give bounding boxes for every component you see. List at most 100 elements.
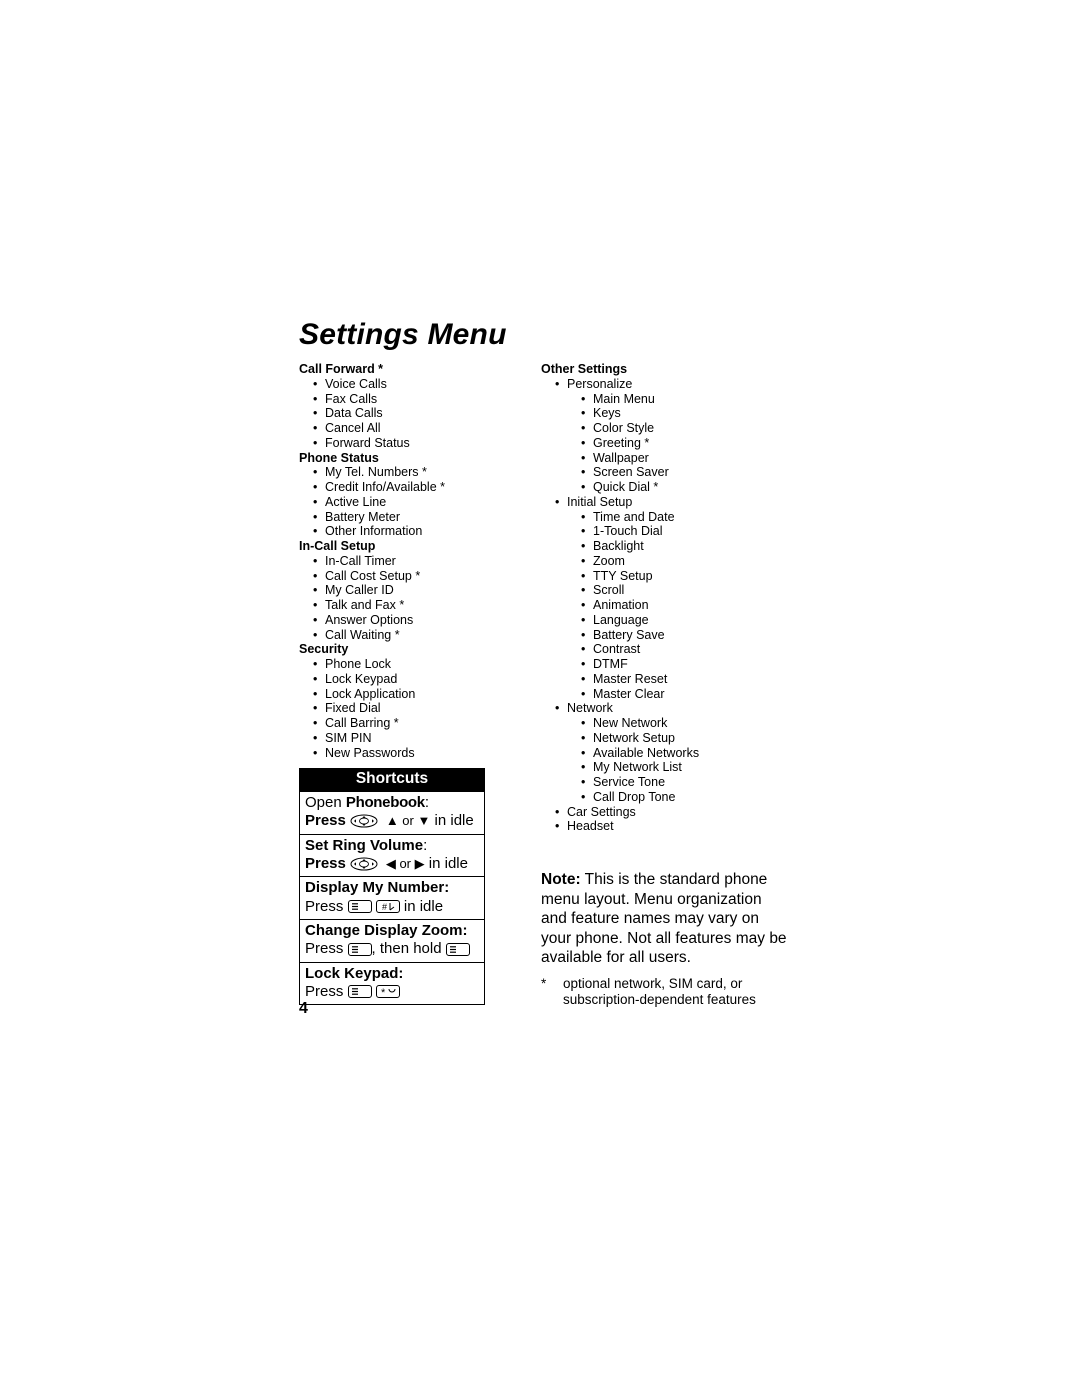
list-item: Cancel All xyxy=(299,421,541,436)
list-item: Active Line xyxy=(299,495,541,510)
list-item: New Network xyxy=(567,716,784,731)
list-item: Talk and Fax * xyxy=(299,598,541,613)
list-item: New Passwords xyxy=(299,746,541,761)
list-item: Voice Calls xyxy=(299,377,541,392)
list-item: NetworkNew NetworkNetwork SetupAvailable… xyxy=(541,701,784,804)
footnote-text: optional network, SIM card, or subscript… xyxy=(563,976,787,1010)
section-title: Call Forward * xyxy=(299,362,541,377)
menu-key-icon xyxy=(348,943,372,956)
shortcut-action: Press # in idle xyxy=(305,898,480,916)
shortcut-row: Display My Number:Press # in idle xyxy=(300,876,484,919)
list-item: Backlight xyxy=(567,539,784,554)
shortcuts-header: Shortcuts xyxy=(300,769,484,791)
list-item: Zoom xyxy=(567,554,784,569)
list-item: Other Information xyxy=(299,524,541,539)
menu-key-icon xyxy=(348,985,372,998)
list-item: Fixed Dial xyxy=(299,701,541,716)
shortcut-action: Press * xyxy=(305,983,480,1001)
svg-text:*: * xyxy=(381,987,386,998)
shortcut-row: Change Display Zoom:Press , then hold xyxy=(300,919,484,962)
list-item: Available Networks xyxy=(567,746,784,761)
list-item: TTY Setup xyxy=(567,569,784,584)
list-item: Greeting * xyxy=(567,436,784,451)
list-item: Battery Meter xyxy=(299,510,541,525)
content-area: Settings Menu Call Forward *Voice CallsF… xyxy=(299,318,784,1009)
list-item: Fax Calls xyxy=(299,392,541,407)
list-item: Call Drop Tone xyxy=(567,790,784,805)
list-item: Phone Lock xyxy=(299,657,541,672)
list-item: Call Cost Setup * xyxy=(299,569,541,584)
list-item: Quick Dial * xyxy=(567,480,784,495)
shortcut-action: Press ▲ or ▼ in idle xyxy=(305,812,480,830)
list-item: Language xyxy=(567,613,784,628)
star-key-icon: * xyxy=(376,985,400,998)
list-item: Service Tone xyxy=(567,775,784,790)
shortcut-action: Press , then hold xyxy=(305,940,480,958)
list-item: My Network List xyxy=(567,760,784,775)
footnote: * optional network, SIM card, or subscri… xyxy=(541,976,787,1010)
menu-key-icon xyxy=(348,900,372,913)
list-item: Lock Application xyxy=(299,687,541,702)
list: Phone LockLock KeypadLock ApplicationFix… xyxy=(299,657,541,760)
list-item: Initial SetupTime and Date1-Touch DialBa… xyxy=(541,495,784,702)
list-item: Master Clear xyxy=(567,687,784,702)
list-item: Credit Info/Available * xyxy=(299,480,541,495)
shortcut-title: Change Display Zoom: xyxy=(305,922,480,940)
shortcut-title: Set Ring Volume: xyxy=(305,837,480,855)
list-item: Data Calls xyxy=(299,406,541,421)
left-column: Call Forward *Voice CallsFax CallsData C… xyxy=(299,362,541,1005)
hash-key-icon: # xyxy=(376,900,400,913)
list-item: DTMF xyxy=(567,657,784,672)
shortcut-row: Lock Keypad:Press * xyxy=(300,962,484,1005)
arrow-icons: ▲ or ▼ xyxy=(382,814,430,829)
list-item: Call Barring * xyxy=(299,716,541,731)
shortcut-row: Set Ring Volume:Press ◀ or ▶ in idle xyxy=(300,834,484,877)
list-item: My Tel. Numbers * xyxy=(299,465,541,480)
note-block: Note: This is the standard phone menu la… xyxy=(541,870,787,968)
section-title: In-Call Setup xyxy=(299,539,541,554)
list-item: Headset xyxy=(541,819,784,834)
list-item: Screen Saver xyxy=(567,465,784,480)
list-item: 1-Touch Dial xyxy=(567,524,784,539)
columns-wrapper: Call Forward *Voice CallsFax CallsData C… xyxy=(299,362,784,1009)
list: Main MenuKeysColor StyleGreeting *Wallpa… xyxy=(567,392,784,495)
shortcut-title: Display My Number: xyxy=(305,879,480,897)
list-item: Color Style xyxy=(567,421,784,436)
shortcut-row: Open Phonebook:Press ▲ or ▼ in idle xyxy=(300,791,484,834)
nav-key-icon xyxy=(350,857,378,871)
list-item: Animation xyxy=(567,598,784,613)
shortcut-action: Press ◀ or ▶ in idle xyxy=(305,855,480,873)
list: New NetworkNetwork SetupAvailable Networ… xyxy=(567,716,784,805)
list-item: Answer Options xyxy=(299,613,541,628)
list-item: Wallpaper xyxy=(567,451,784,466)
list-item: My Caller ID xyxy=(299,583,541,598)
shortcut-title: Lock Keypad: xyxy=(305,965,480,983)
page: Settings Menu Call Forward *Voice CallsF… xyxy=(0,0,1080,1397)
shortcuts-box: ShortcutsOpen Phonebook:Press ▲ or ▼ in … xyxy=(299,768,485,1005)
list: In-Call TimerCall Cost Setup *My Caller … xyxy=(299,554,541,643)
list-item: In-Call Timer xyxy=(299,554,541,569)
list-item: Master Reset xyxy=(567,672,784,687)
list-item: Contrast xyxy=(567,642,784,657)
list-item: Network Setup xyxy=(567,731,784,746)
list: Voice CallsFax CallsData CallsCancel All… xyxy=(299,377,541,451)
section-title: Security xyxy=(299,642,541,657)
list-item: Battery Save xyxy=(567,628,784,643)
svg-text:#: # xyxy=(382,902,387,912)
list: My Tel. Numbers *Credit Info/Available *… xyxy=(299,465,541,539)
footnote-asterisk: * xyxy=(541,976,563,1010)
list-item: SIM PIN xyxy=(299,731,541,746)
section-title: Phone Status xyxy=(299,451,541,466)
list-item: Main Menu xyxy=(567,392,784,407)
menu-key-icon xyxy=(446,943,470,956)
page-number: 4 xyxy=(299,1000,308,1018)
list-item: Car Settings xyxy=(541,805,784,820)
list-item: PersonalizeMain MenuKeysColor StyleGreet… xyxy=(541,377,784,495)
right-column: Other SettingsPersonalizeMain MenuKeysCo… xyxy=(541,362,784,1009)
list-item: Lock Keypad xyxy=(299,672,541,687)
list-item: Time and Date xyxy=(567,510,784,525)
shortcut-title: Open Phonebook: xyxy=(305,794,480,812)
list: PersonalizeMain MenuKeysColor StyleGreet… xyxy=(541,377,784,834)
nav-key-icon xyxy=(350,814,378,828)
arrow-icons: ◀ or ▶ xyxy=(382,856,424,871)
